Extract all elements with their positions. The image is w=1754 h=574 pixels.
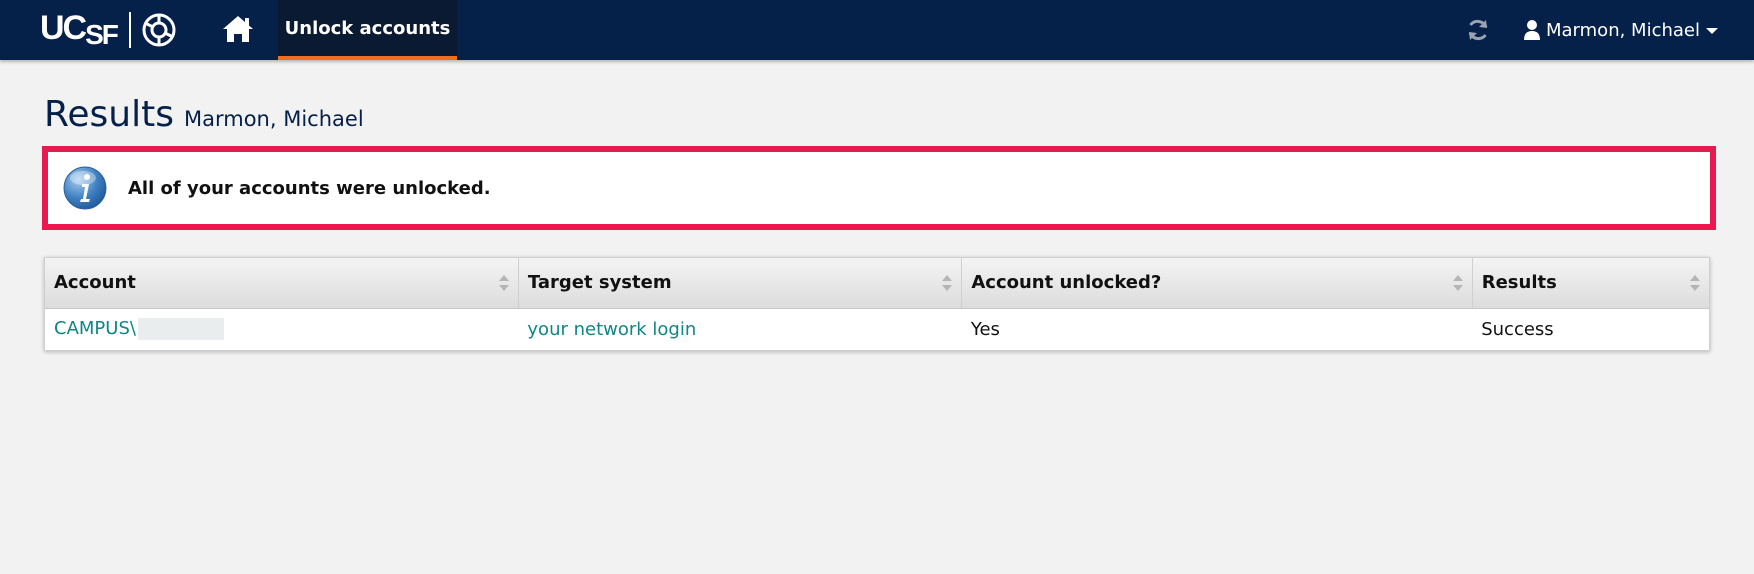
cell-target-system: your network login	[518, 308, 961, 350]
column-header-label: Results	[1481, 272, 1557, 294]
logo-uc: UC	[40, 9, 87, 47]
page-subtitle: Marmon, Michael	[184, 107, 364, 131]
logo-sf: SF	[85, 19, 119, 50]
user-name: Marmon, Michael	[1546, 19, 1700, 41]
refresh-icon[interactable]	[1466, 18, 1490, 42]
cell-account: CAMPUS\	[45, 308, 518, 350]
sort-icon[interactable]	[941, 274, 953, 292]
chevron-down-icon	[1705, 28, 1718, 34]
table-row: CAMPUS\ your network login Yes Success	[45, 308, 1709, 350]
info-alert: All of your accounts were unlocked.	[42, 146, 1716, 230]
cell-result: Success	[1481, 318, 1554, 340]
column-header-label: Account unlocked?	[971, 272, 1162, 294]
column-header-account[interactable]: Account	[45, 258, 519, 309]
home-icon[interactable]	[221, 14, 255, 44]
user-menu[interactable]: Marmon, Michael	[1524, 0, 1718, 60]
alert-message: All of your accounts were unlocked.	[128, 177, 491, 199]
ucsf-logo[interactable]: UC SF	[40, 9, 177, 51]
tab-unlock-accounts-label: Unlock accounts	[284, 17, 451, 39]
account-link[interactable]: CAMPUS\	[54, 318, 136, 339]
tab-unlock-accounts[interactable]: Unlock accounts	[278, 0, 457, 60]
sort-icon[interactable]	[1689, 274, 1701, 292]
column-header-results[interactable]: Results	[1472, 258, 1709, 309]
column-header-target-system[interactable]: Target system	[518, 258, 963, 309]
results-table: Account Target system Account unlocked? …	[44, 257, 1710, 351]
column-header-label: Account	[54, 272, 136, 294]
logo-separator	[128, 12, 131, 48]
info-icon	[63, 166, 107, 210]
sort-icon[interactable]	[498, 274, 510, 292]
column-header-account-unlocked[interactable]: Account unlocked?	[961, 258, 1473, 309]
ucsf-seal-icon	[142, 13, 176, 47]
top-navbar: UC SF Unlock accounts Marmon, Michael	[0, 0, 1754, 60]
logo-wordmark: UC SF	[40, 9, 119, 51]
user-icon	[1524, 20, 1540, 40]
page-title: Results	[44, 94, 174, 135]
sort-icon[interactable]	[1452, 274, 1464, 292]
page-heading: Results Marmon, Michael	[44, 94, 364, 135]
cell-unlocked: Yes	[970, 318, 1000, 340]
column-header-label: Target system	[527, 272, 672, 294]
target-system-link[interactable]: your network login	[527, 319, 696, 340]
redacted-username	[137, 318, 224, 341]
table-header-row: Account Target system Account unlocked? …	[45, 258, 1709, 309]
